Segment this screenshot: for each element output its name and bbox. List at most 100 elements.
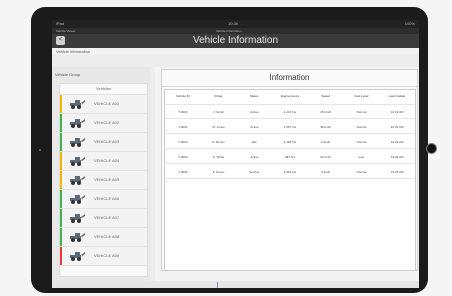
table-cell: R. Brown (212, 140, 225, 144)
table-row[interactable]: T-0005 P. Green Service 3,402 hrs 0 km/h Norm… (165, 166, 415, 179)
table-cell: Normal (356, 125, 367, 129)
table-cell: 10:29 AM (390, 140, 404, 144)
table-row[interactable]: T-0003 R. Brown Idle 2,108 hrs 0 km/h Normal 1… (165, 136, 415, 149)
camera-dot (39, 149, 41, 151)
column-header: Fuel Level (354, 94, 369, 98)
sidebar-item-label: VEHICLE A04 (94, 158, 120, 163)
bottom-bar (52, 281, 419, 288)
table-cell: 1,567 hrs (283, 125, 297, 129)
table-cell: T-0002 (178, 125, 188, 129)
sidebar-item[interactable]: VEHICLE A07 (60, 209, 147, 228)
sidebar-item[interactable]: VEHICLE A02 (60, 114, 147, 133)
status-stripe (60, 114, 62, 132)
status-stripe (60, 133, 62, 151)
column-header: Speed (321, 94, 331, 98)
construction-vehicle-icon (70, 195, 85, 204)
breadcrumb: Vehicle Information (52, 48, 419, 55)
title-bar: < Vehicle Information (52, 34, 419, 48)
sidebar-item[interactable]: VEHICLE A09 (60, 247, 147, 266)
sidebar-item-label: VEHICLE A09 (94, 253, 120, 258)
sidebar-item-label: VEHICLE A02 (94, 120, 120, 125)
table-cell: Active (250, 125, 259, 129)
status-stripe (60, 247, 62, 265)
page-title: Vehicle Information (192, 35, 279, 46)
sidebar-item-label: VEHICLE A06 (94, 196, 120, 201)
table-cell: 0 km/h (321, 170, 331, 174)
table-cell: 10:28 AM (390, 155, 404, 159)
status-stripe (60, 152, 62, 170)
table-cell: T-0001 (178, 110, 188, 114)
sidebar-heading: Vehicle Group (55, 72, 81, 77)
sidebar-item[interactable]: VEHICLE A01 (60, 95, 147, 114)
table-cell: 3,402 hrs (283, 170, 297, 174)
sidebar-item[interactable]: VEHICLE A08 (60, 228, 147, 247)
construction-vehicle-icon (70, 138, 85, 147)
table-cell: 10:25 AM (390, 170, 404, 174)
subbar-center: Vehicle Information (216, 29, 242, 33)
construction-vehicle-icon (70, 214, 85, 223)
table-cell: Normal (356, 140, 367, 144)
table-cell: 2,108 hrs (283, 140, 297, 144)
table-cell: M. Jones (212, 125, 225, 129)
column-header: Last Update (389, 94, 406, 98)
table-cell: Normal (356, 110, 367, 114)
sidebar-item-label: VEHICLE A01 (94, 101, 120, 106)
table-cell: 52 km/h (320, 155, 332, 159)
table-cell: P. Green (212, 170, 225, 174)
status-stripe (60, 190, 62, 208)
app-screen: iPad 10:36 100% Vehicle Viewer Vehicle I… (52, 20, 419, 288)
table-cell: Active (250, 110, 259, 114)
vehicle-list-title: Vehicles (60, 84, 147, 95)
construction-vehicle-icon (70, 157, 85, 166)
table-cell: Normal (356, 170, 367, 174)
status-stripe (60, 95, 62, 113)
information-table: Vehicle ID Driver Status Engine Hours Speed F… (164, 89, 416, 271)
column-header: Vehicle ID (176, 94, 190, 98)
home-button[interactable] (426, 143, 437, 154)
sidebar-item-label: VEHICLE A03 (94, 139, 120, 144)
table-cell: Low (358, 155, 365, 159)
subbar-left: Vehicle Viewer (56, 29, 76, 33)
construction-vehicle-icon (70, 176, 85, 185)
information-card: Information Vehicle ID Driver Status Engine… (161, 69, 418, 271)
construction-vehicle-icon (70, 233, 85, 242)
table-cell: T-0004 (178, 155, 188, 159)
sidebar-item-label: VEHICLE A05 (94, 177, 120, 182)
table-cell: 10:31 AM (390, 125, 404, 129)
status-stripe (60, 171, 62, 189)
status-stripe (60, 209, 62, 227)
table-row[interactable]: T-0001 J. Smith Active 1,234 hrs 45 km/h Norm… (165, 106, 415, 119)
main-content: Information Vehicle ID Driver Status Engine… (155, 67, 419, 288)
table-row[interactable]: T-0002 M. Jones Active 1,567 hrs 38 km/h Norm… (165, 121, 415, 134)
sidebar-item[interactable]: VEHICLE A06 (60, 190, 147, 209)
sidebar: Vehicle Group Vehicles VEHICLE A01 VEHIC… (52, 67, 150, 288)
table-row[interactable]: T-0004 K. White Active 987 hrs 52 km/h Low 10:… (165, 151, 415, 164)
table-cell: K. White (212, 155, 225, 159)
table-cell: 10:32 AM (390, 110, 404, 114)
table-header: Vehicle ID Driver Status Engine Hours Speed F… (165, 90, 415, 105)
status-time: 10:36 (228, 21, 239, 26)
sidebar-item[interactable]: VEHICLE A04 (60, 152, 147, 171)
table-cell: 45 km/h (320, 110, 332, 114)
status-left: iPad (56, 21, 65, 26)
table-cell: 1,234 hrs (283, 110, 297, 114)
table-cell: 38 km/h (320, 125, 332, 129)
table-cell: Service (249, 170, 260, 174)
sidebar-item-label: VEHICLE A07 (94, 215, 120, 220)
table-cell: 0 km/h (321, 140, 331, 144)
status-stripe (60, 228, 62, 246)
table-cell: T-0005 (178, 170, 188, 174)
sidebar-item[interactable]: VEHICLE A05 (60, 171, 147, 190)
table-cell: J. Smith (213, 110, 224, 114)
table-cell: 987 hrs (284, 155, 295, 159)
sidebar-item-label: VEHICLE A08 (94, 234, 120, 239)
construction-vehicle-icon (70, 100, 85, 109)
vehicle-list: Vehicles VEHICLE A01 VEHICLE A02 VEHICLE… (59, 83, 148, 277)
column-header: Status (250, 94, 259, 98)
construction-vehicle-icon (70, 252, 85, 261)
information-title: Information (162, 70, 417, 87)
column-header: Engine Hours (280, 94, 300, 98)
column-header: Driver (214, 94, 223, 98)
status-bar: iPad 10:36 100% (52, 20, 419, 28)
sidebar-item[interactable]: VEHICLE A03 (60, 133, 147, 152)
